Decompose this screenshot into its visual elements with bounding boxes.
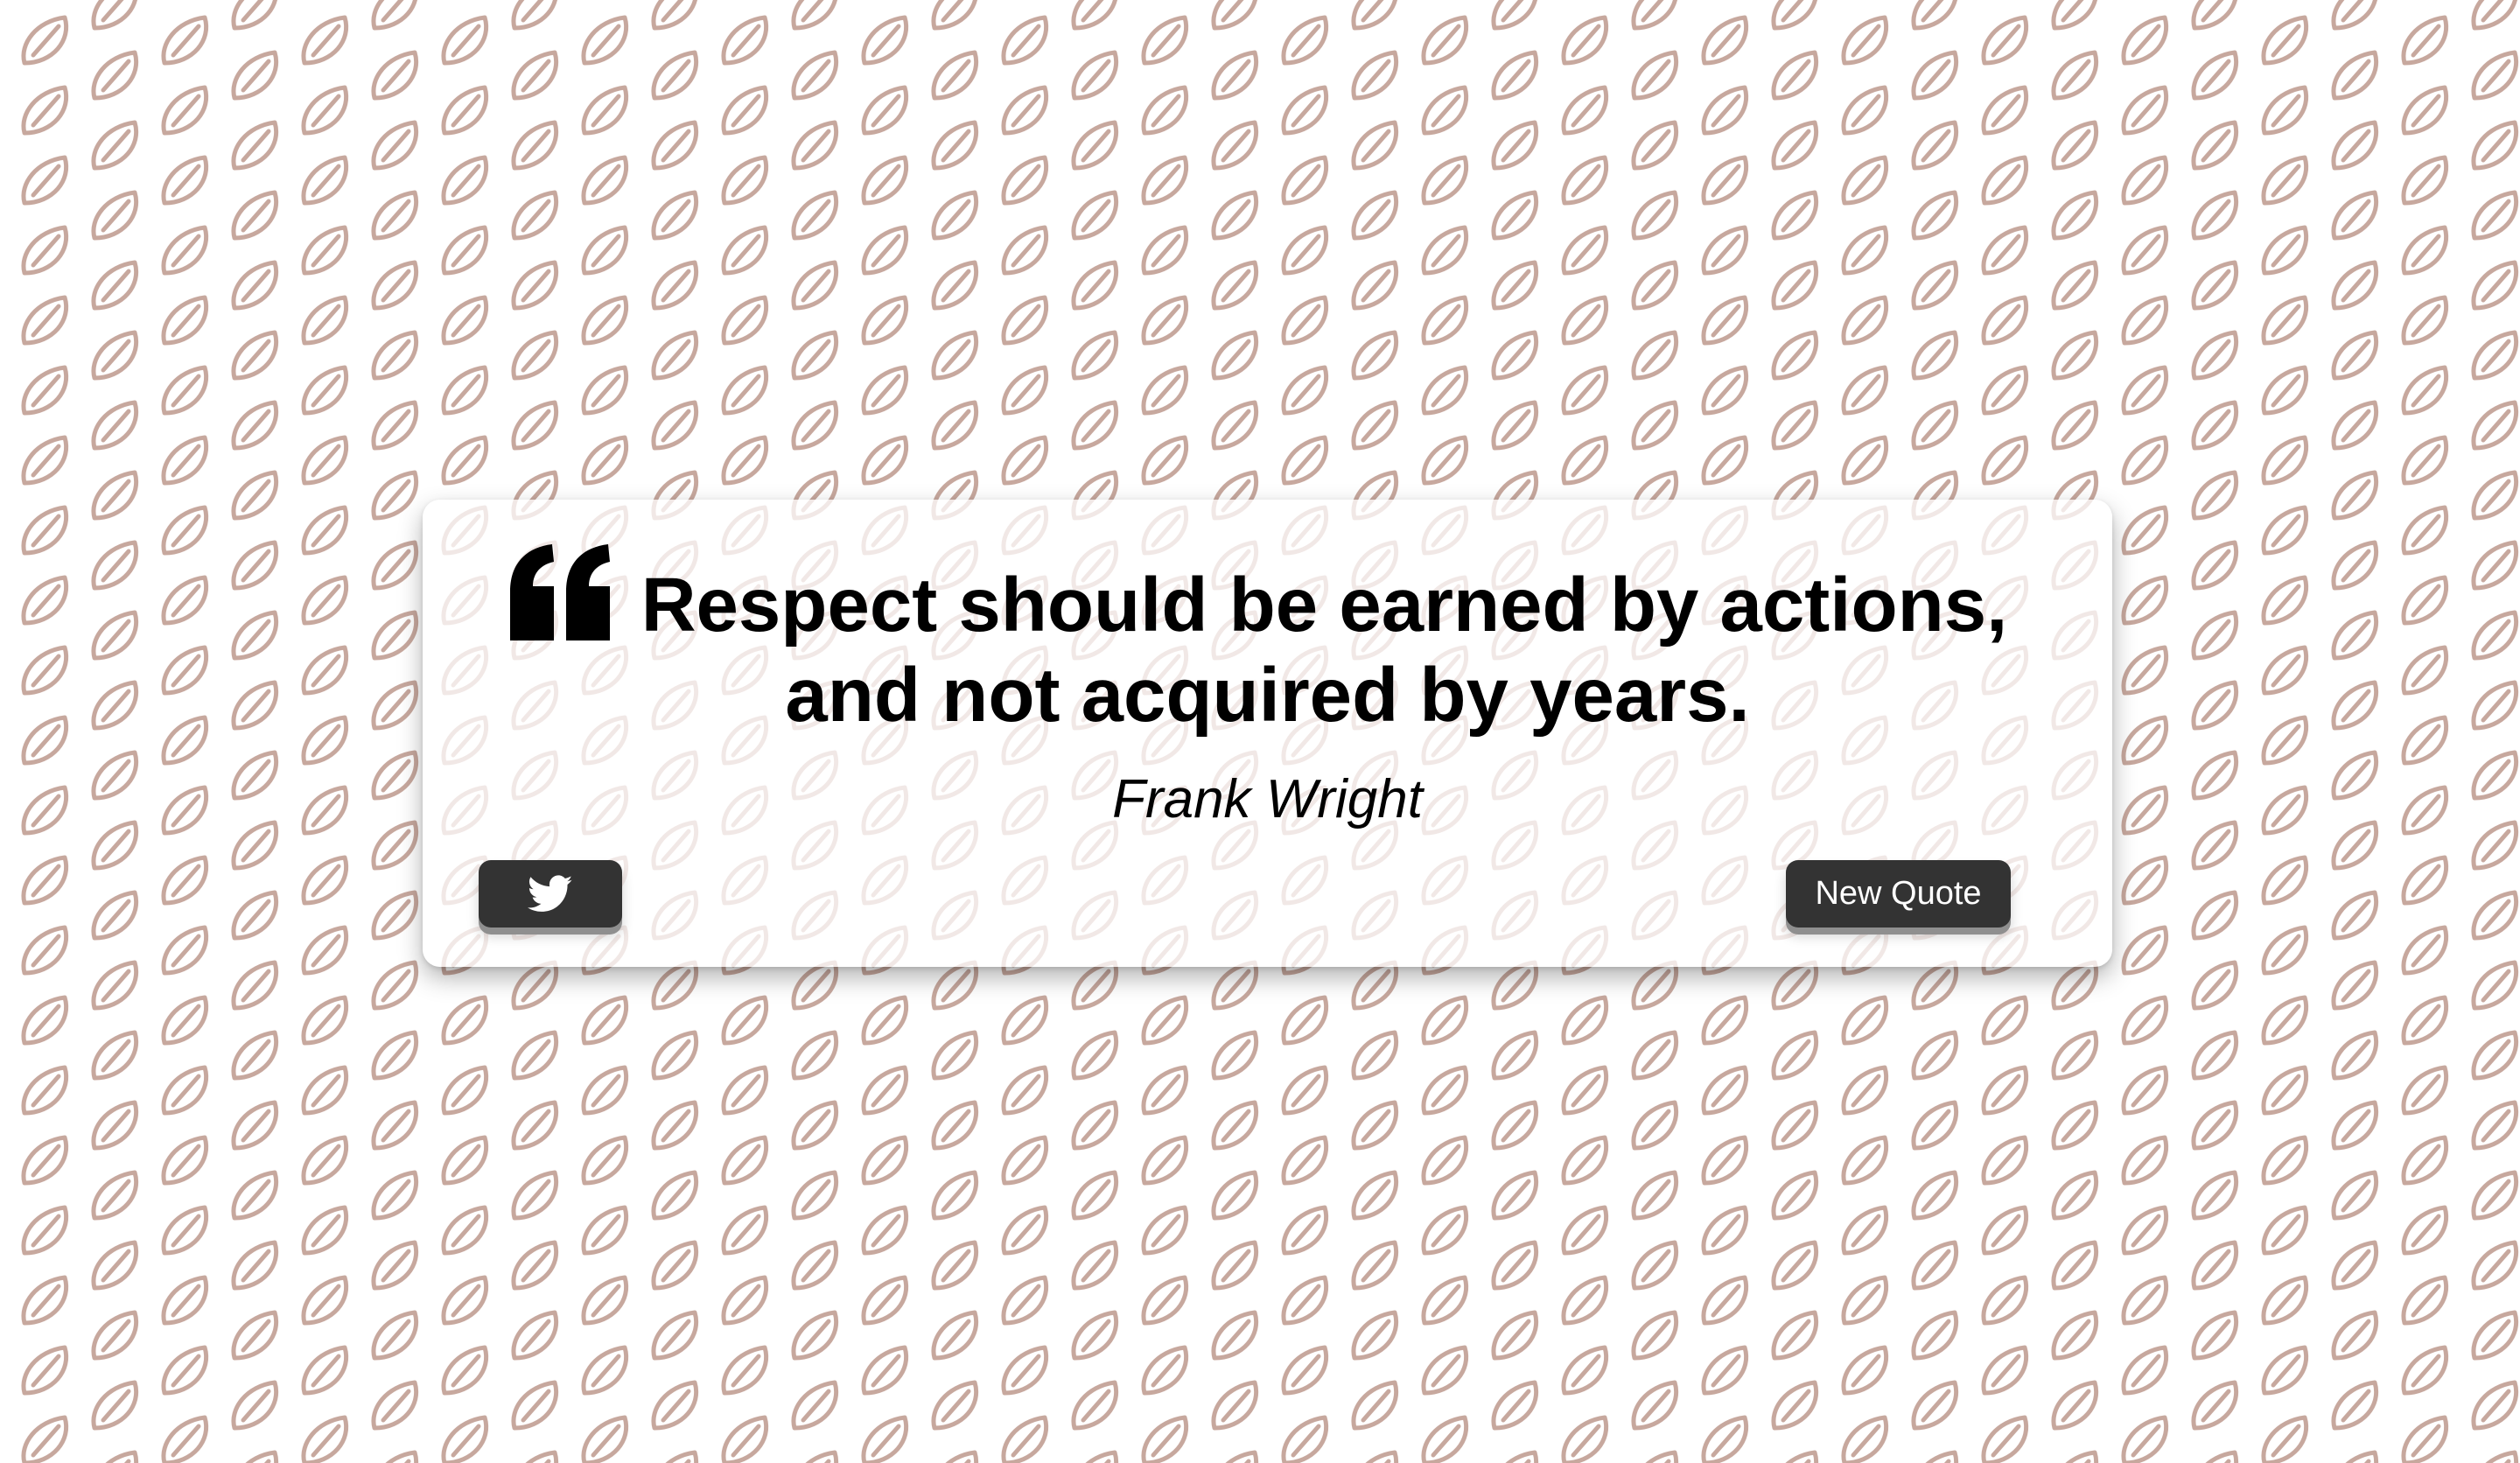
tweet-button[interactable] <box>479 860 622 928</box>
twitter-icon <box>528 874 573 912</box>
quote-line-2: and not acquired by years. <box>785 653 1750 738</box>
quote-text: Respect should be earned by actions, and… <box>423 560 2112 740</box>
quote-line-1: Respect should be earned by actions, <box>640 563 2008 648</box>
quote-author: Frank Wright <box>1112 769 1423 830</box>
new-quote-button[interactable]: New Quote <box>1786 860 2011 928</box>
